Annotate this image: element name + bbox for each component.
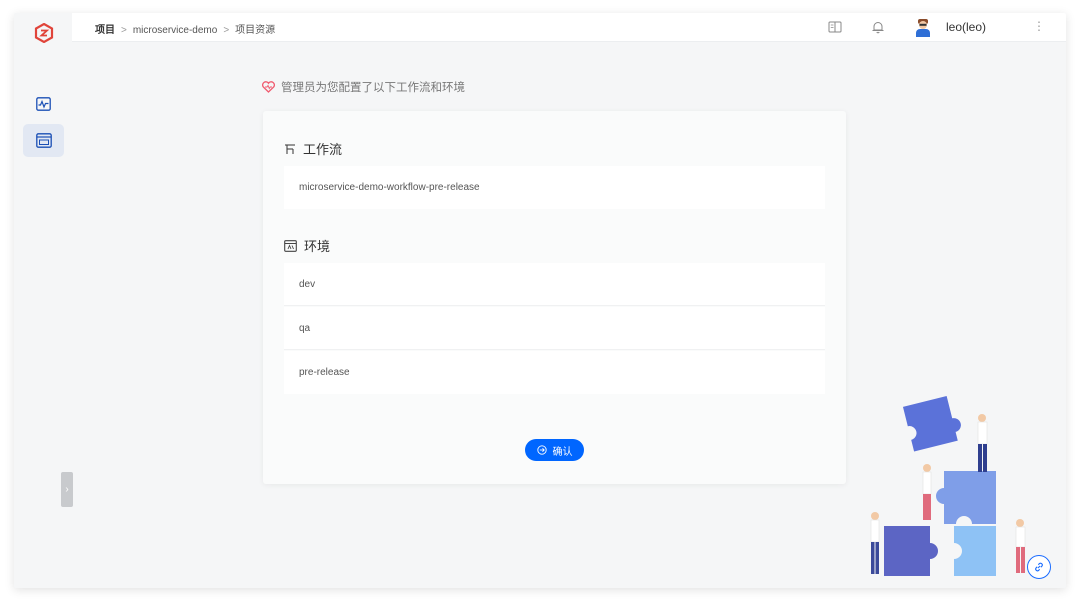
env-item-dev[interactable]: dev bbox=[284, 263, 825, 306]
chevron-right-icon: › bbox=[65, 484, 69, 495]
breadcrumb-separator: > bbox=[223, 25, 230, 36]
user-name[interactable]: leo(leo) bbox=[946, 20, 986, 34]
breadcrumb: 项目 > microservice-demo > 项目资源 bbox=[95, 21, 275, 36]
puzzle-illustration bbox=[870, 395, 1026, 576]
top-bar: 项目 > microservice-demo > 项目资源 leo(leo) ⋮ bbox=[72, 13, 1066, 42]
workflow-item[interactable]: microservice-demo-workflow-pre-release bbox=[284, 166, 825, 209]
env-section-title: 环境 bbox=[284, 236, 330, 255]
vertical-ellipsis-icon[interactable]: ⋮ bbox=[1033, 19, 1045, 33]
env-item-pre-release[interactable]: pre-release bbox=[284, 351, 825, 394]
confirm-button-label: 确认 bbox=[552, 446, 573, 458]
link-button[interactable] bbox=[1027, 555, 1051, 579]
breadcrumb-project[interactable]: microservice-demo bbox=[133, 25, 217, 36]
bell-icon[interactable] bbox=[871, 20, 885, 34]
avatar[interactable] bbox=[915, 18, 931, 37]
link-icon bbox=[1035, 562, 1043, 572]
notice: 管理员为您配置了以下工作流和环境 bbox=[262, 79, 465, 95]
sidebar-item-project-resources[interactable] bbox=[23, 124, 64, 157]
environment-icon bbox=[284, 239, 297, 252]
heart-icon bbox=[262, 81, 275, 93]
sidebar-collapse-toggle[interactable]: › bbox=[61, 472, 73, 507]
app-window: › 项目 > microservice-demo > 项目资源 leo(leo) ⋮ bbox=[14, 13, 1066, 588]
workflow-icon bbox=[285, 143, 295, 154]
activity-monitor-icon bbox=[36, 96, 51, 111]
breadcrumb-current: 项目资源 bbox=[235, 25, 276, 36]
confirm-button[interactable]: 确认 bbox=[525, 439, 584, 461]
arrow-circle-icon bbox=[536, 445, 547, 455]
project-resources-icon bbox=[35, 133, 52, 148]
zadig-logo[interactable] bbox=[34, 23, 54, 43]
workflow-section-title: 工作流 bbox=[284, 139, 342, 158]
sidebar: › bbox=[14, 13, 73, 588]
sidebar-item-monitor[interactable] bbox=[23, 87, 64, 120]
env-item-qa[interactable]: qa bbox=[284, 307, 825, 350]
book-icon[interactable] bbox=[828, 20, 842, 34]
env-section-label: 环境 bbox=[304, 239, 331, 254]
workflow-section-label: 工作流 bbox=[303, 142, 343, 157]
breadcrumb-root[interactable]: 项目 bbox=[95, 25, 115, 36]
notice-text: 管理员为您配置了以下工作流和环境 bbox=[281, 82, 465, 94]
resources-card: 工作流 microservice-demo-workflow-pre-relea… bbox=[263, 111, 846, 484]
breadcrumb-separator: > bbox=[121, 25, 127, 36]
